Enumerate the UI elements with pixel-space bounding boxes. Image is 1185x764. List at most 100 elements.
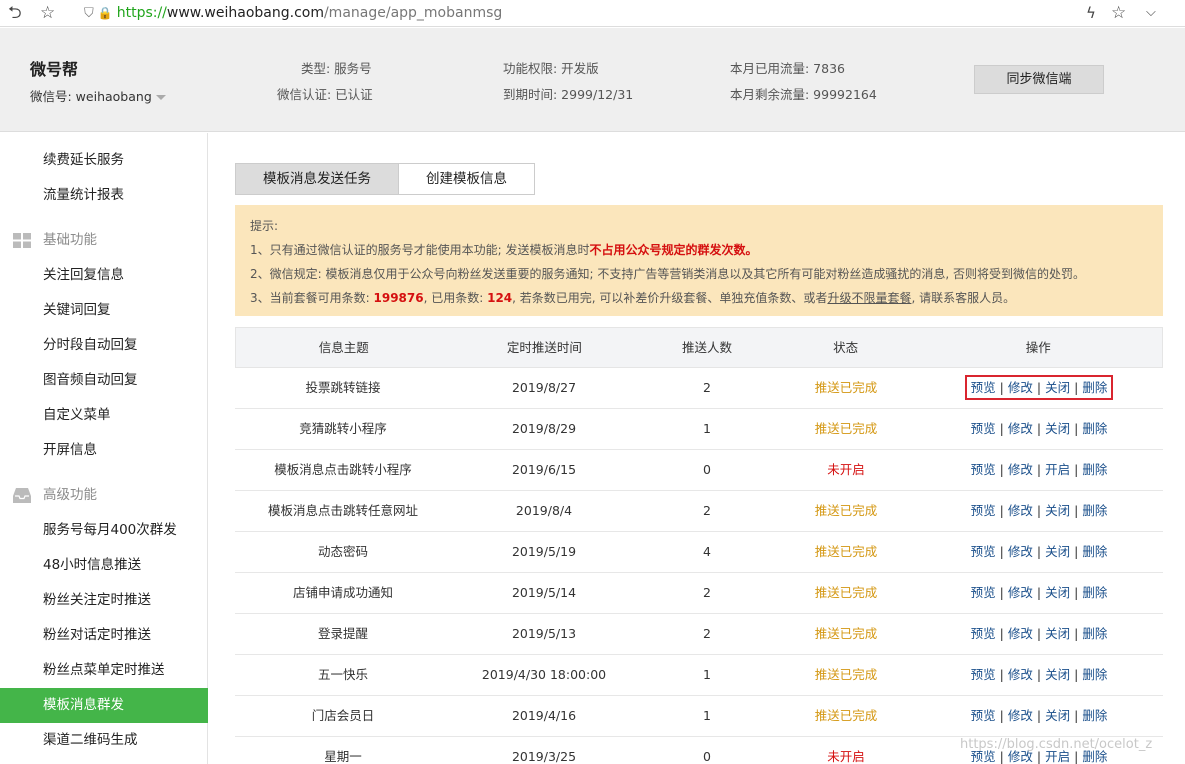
account-selector[interactable]: 微信号: weihaobang [30, 86, 166, 105]
toggle-link[interactable]: 关闭 [1045, 667, 1070, 682]
sidebar-item-keyword-reply[interactable]: 关键词回复 [0, 293, 208, 328]
remain-flow: 本月剩余流量: 99992164 [730, 87, 877, 102]
separator: | [1036, 503, 1042, 518]
edit-link[interactable]: 修改 [1008, 462, 1033, 477]
toggle-link[interactable]: 关闭 [1045, 626, 1070, 641]
upgrade-link[interactable]: 升级不限量套餐 [827, 291, 911, 305]
sidebar-item-splash[interactable]: 开屏信息 [0, 433, 208, 468]
preview-link[interactable]: 预览 [971, 585, 996, 600]
table-row: 投票跳转链接 2019/8/27 2 推送已完成 预览 | 修改 | 关闭 | 删除 [235, 368, 1163, 409]
column-header-actions: 操作 [1025, 340, 1051, 355]
url-scheme: https:// [116, 5, 167, 21]
sidebar-item-follow-push[interactable]: 粉丝关注定时推送 [0, 583, 208, 618]
lock-icon: 🔒 [97, 6, 113, 20]
action-group: 预览 | 修改 | 关闭 | 删除 [971, 503, 1108, 518]
toggle-link[interactable]: 关闭 [1045, 585, 1070, 600]
sidebar-item-monthly-broadcast[interactable]: 服务号每月400次群发 [0, 513, 208, 548]
preview-link[interactable]: 预览 [971, 421, 996, 436]
toggle-link[interactable]: 关闭 [1045, 708, 1070, 723]
table-row: 五一快乐 2019/4/30 18:00:00 1 推送已完成 预览 | 修改 | 关闭 | 删除 [235, 655, 1163, 696]
sidebar-item-menu-push[interactable]: 粉丝点菜单定时推送 [0, 653, 208, 688]
sidebar-item-traffic-report[interactable]: 流量统计报表 [0, 178, 208, 213]
sidebar-item-media-reply[interactable]: 图音频自动回复 [0, 363, 208, 398]
separator: | [999, 626, 1004, 641]
edit-link[interactable]: 修改 [1008, 667, 1033, 682]
tab-create-template[interactable]: 创建模板信息 [399, 164, 534, 194]
separator: | [1074, 585, 1079, 600]
preview-link[interactable]: 预览 [971, 626, 996, 641]
sidebar-item-qrcode[interactable]: 渠道二维码生成 [0, 723, 208, 758]
action-group: 预览 | 修改 | 关闭 | 删除 [971, 544, 1108, 559]
edit-link[interactable]: 修改 [1008, 708, 1033, 723]
notice-text: , 请联系客服人员。 [911, 291, 1016, 305]
column-header-time: 定时推送时间 [506, 340, 582, 355]
table-row: 竞猜跳转小程序 2019/8/29 1 推送已完成 预览 | 修改 | 关闭 | 删除 [235, 409, 1163, 450]
edit-link[interactable]: 修改 [1008, 626, 1033, 641]
sidebar-item-custom-menu[interactable]: 自定义菜单 [0, 398, 208, 433]
separator: | [999, 667, 1004, 682]
preview-link[interactable]: 预览 [971, 503, 996, 518]
cell-subject: 模板消息点击跳转任意网址 [267, 503, 418, 518]
action-group: 预览 | 修改 | 关闭 | 删除 [971, 667, 1108, 682]
separator: | [999, 544, 1004, 559]
sidebar-item-timed-reply[interactable]: 分时段自动回复 [0, 328, 208, 363]
delete-link[interactable]: 删除 [1082, 380, 1107, 395]
sidebar-item-template-broadcast[interactable]: 模板消息群发 [0, 688, 208, 723]
edit-link[interactable]: 修改 [1008, 421, 1033, 436]
table-row: 登录提醒 2019/5/13 2 推送已完成 预览 | 修改 | 关闭 | 删除 [235, 614, 1163, 655]
verify-status: 微信认证: 已认证 [277, 87, 373, 102]
column-header-count: 推送人数 [681, 340, 732, 355]
star-icon[interactable]: ☆ [40, 3, 55, 23]
preview-link[interactable]: 预览 [971, 667, 996, 682]
cell-status: 推送已完成 [814, 626, 878, 641]
preview-link[interactable]: 预览 [971, 544, 996, 559]
toggle-link[interactable]: 关闭 [1045, 380, 1070, 395]
favorite-star-icon[interactable]: ☆ [1111, 3, 1126, 23]
delete-link[interactable]: 删除 [1082, 585, 1107, 600]
cell-count: 1 [703, 708, 711, 723]
delete-link[interactable]: 删除 [1082, 544, 1107, 559]
delete-link[interactable]: 删除 [1082, 421, 1107, 436]
separator: | [999, 462, 1004, 477]
toggle-link[interactable]: 关闭 [1045, 503, 1070, 518]
sidebar-group-advanced: 高级功能 [0, 478, 208, 513]
notice-text: , 若条数已用完, 可以补差价升级套餐、单独充值条数、或者 [512, 291, 828, 305]
sidebar-item-follow-reply[interactable]: 关注回复信息 [0, 258, 208, 293]
cell-count: 2 [703, 380, 711, 395]
available-count: 199876 [373, 291, 424, 305]
shield-icon: ⛉ [84, 5, 94, 21]
table-body: 投票跳转链接 2019/8/27 2 推送已完成 预览 | 修改 | 关闭 | 删除 竞猜跳转小程序 2… [235, 368, 1163, 764]
edit-link[interactable]: 修改 [1008, 380, 1033, 395]
cell-count: 2 [703, 626, 711, 641]
delete-link[interactable]: 删除 [1082, 708, 1107, 723]
chevron-down-icon[interactable]: ⌵ [1146, 3, 1156, 23]
back-icon[interactable]: ⮌ [8, 3, 22, 23]
cell-actions: 预览 | 修改 | 关闭 | 删除 [915, 532, 1163, 572]
preview-link[interactable]: 预览 [971, 708, 996, 723]
sidebar-item-48h-push[interactable]: 48小时信息推送 [0, 548, 208, 583]
preview-link[interactable]: 预览 [971, 380, 996, 395]
address-bar[interactable]: ⛉ 🔒 https://www.weihaobang.com/manage/ap… [84, 3, 502, 23]
tab-template-tasks[interactable]: 模板消息发送任务 [236, 164, 399, 194]
delete-link[interactable]: 删除 [1082, 626, 1107, 641]
cell-count: 0 [703, 749, 711, 764]
toggle-link[interactable]: 关闭 [1045, 544, 1070, 559]
preview-link[interactable]: 预览 [971, 462, 996, 477]
toggle-link[interactable]: 开启 [1045, 462, 1070, 477]
sidebar-item-chat-push[interactable]: 粉丝对话定时推送 [0, 618, 208, 653]
edit-link[interactable]: 修改 [1008, 585, 1033, 600]
cell-time: 2019/4/30 18:00:00 [481, 667, 607, 682]
sync-wechat-button[interactable]: 同步微信端 [974, 65, 1104, 94]
sidebar-item-renew[interactable]: 续费延长服务 [0, 143, 208, 178]
sidebar-group-label: 高级功能 [43, 487, 97, 503]
notice-highlight: 不占用公众号规定的群发次数。 [589, 243, 758, 257]
lightning-icon[interactable]: ϟ [1086, 3, 1096, 23]
separator: | [1074, 421, 1079, 436]
delete-link[interactable]: 删除 [1082, 462, 1107, 477]
watermark: https://blog.csdn.net/ocelot_z [960, 737, 1153, 752]
edit-link[interactable]: 修改 [1008, 544, 1033, 559]
delete-link[interactable]: 删除 [1082, 503, 1107, 518]
toggle-link[interactable]: 关闭 [1045, 421, 1070, 436]
delete-link[interactable]: 删除 [1082, 667, 1107, 682]
edit-link[interactable]: 修改 [1008, 503, 1033, 518]
